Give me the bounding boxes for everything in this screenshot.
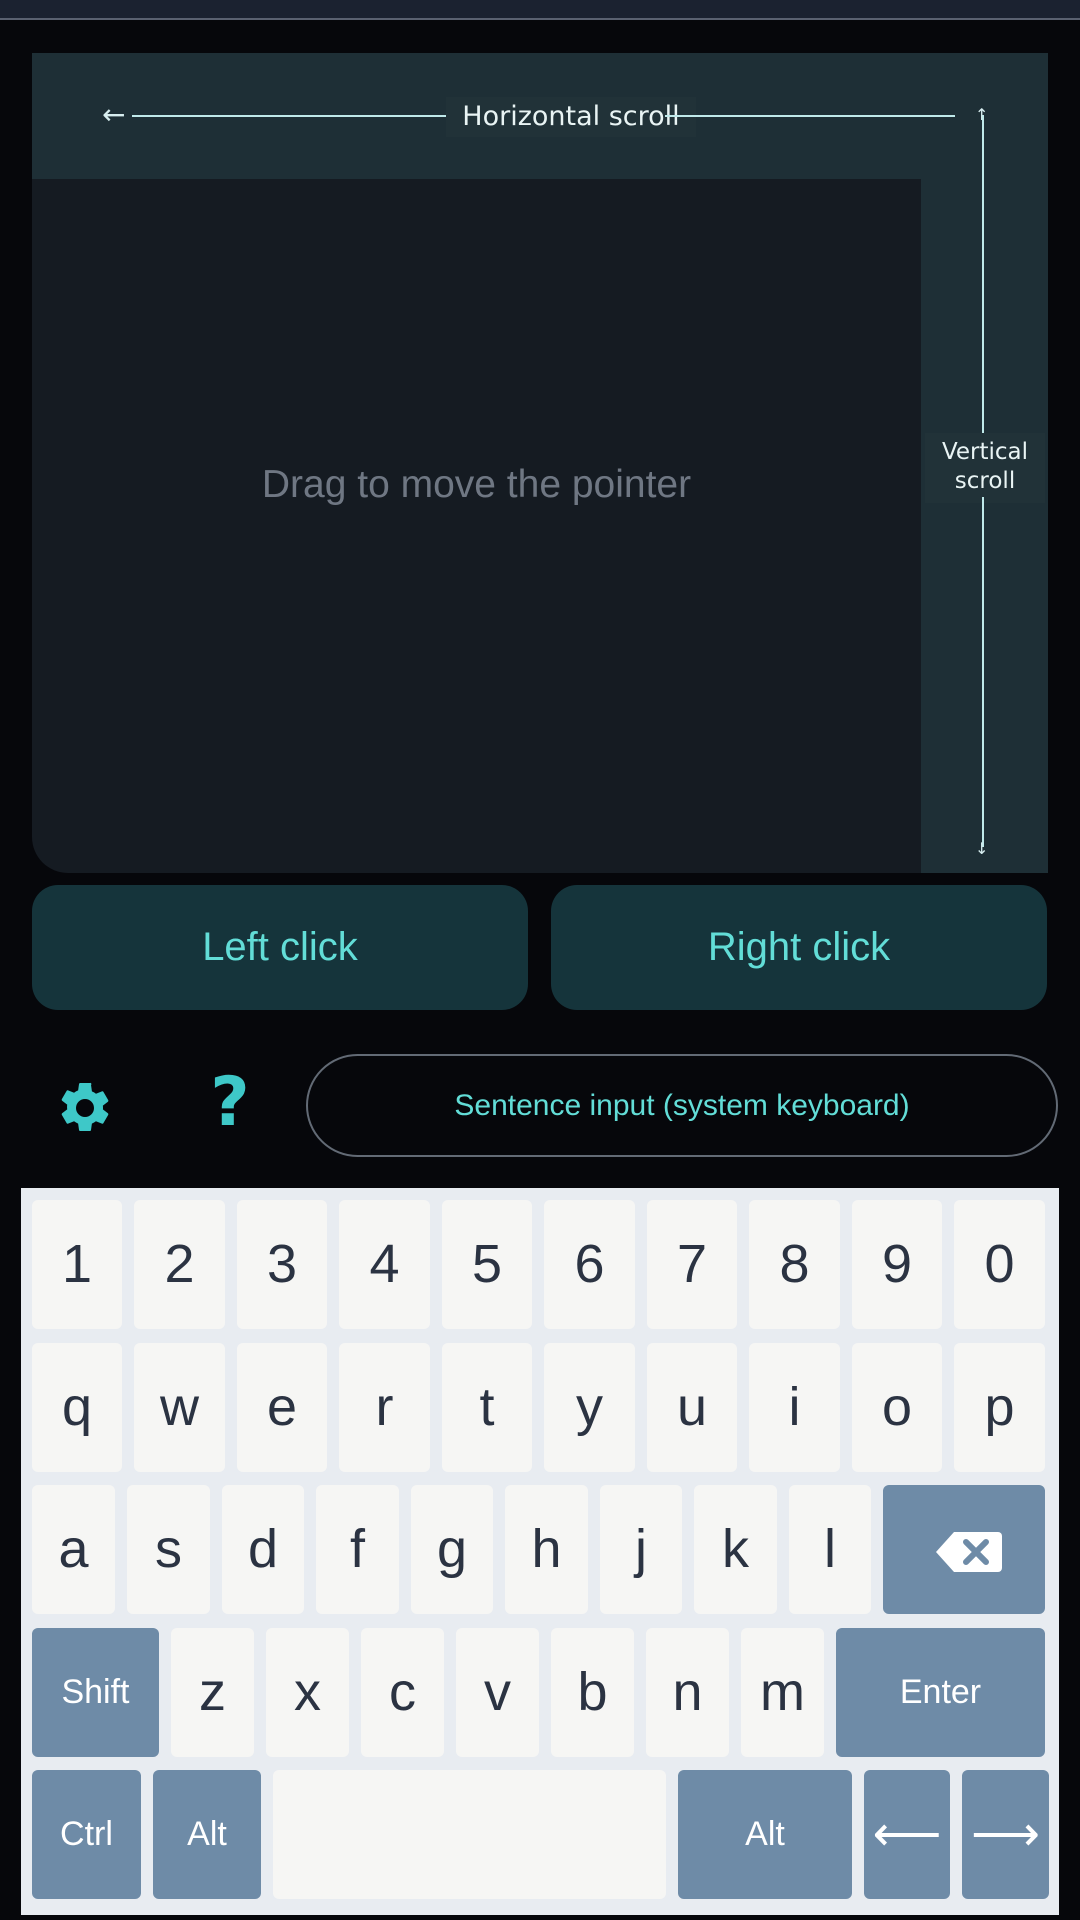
key-4[interactable]: 4 [339,1200,430,1329]
key-x[interactable]: x [266,1628,349,1757]
key-2[interactable]: 2 [134,1200,225,1329]
key-j[interactable]: j [600,1485,682,1614]
key-m[interactable]: m [741,1628,824,1757]
key-6[interactable]: 6 [544,1200,635,1329]
key-w[interactable]: w [134,1343,225,1472]
key-o[interactable]: o [852,1343,942,1472]
arrow-left-key[interactable]: ⟵ [864,1770,950,1899]
touchpad-area[interactable]: ← Horizontal scroll ↑ Vertical scroll ↓ … [32,53,1048,873]
key-e[interactable]: e [237,1343,327,1472]
ctrl-key[interactable]: Ctrl [32,1770,141,1899]
gear-icon[interactable] [55,1078,115,1138]
key-7[interactable]: 7 [647,1200,737,1329]
arrow-left-icon: ← [102,98,126,131]
backspace-key[interactable] [883,1485,1045,1614]
key-i[interactable]: i [749,1343,840,1472]
key-1[interactable]: 1 [32,1200,122,1329]
key-f[interactable]: f [316,1485,399,1614]
key-c[interactable]: c [361,1628,444,1757]
key-b[interactable]: b [551,1628,634,1757]
status-bar [0,0,1080,20]
alt-right-key[interactable]: Alt [678,1770,852,1899]
key-p[interactable]: p [954,1343,1045,1472]
key-9[interactable]: 9 [852,1200,942,1329]
vertical-scroll-line [982,115,984,445]
key-s[interactable]: s [127,1485,210,1614]
on-screen-keyboard: 1 2 3 4 5 6 7 8 9 0 q w e r t y u i o p … [21,1188,1059,1915]
key-y[interactable]: y [544,1343,635,1472]
alt-left-key[interactable]: Alt [153,1770,261,1899]
arrow-down-icon: ↓ [975,839,989,858]
vertical-scroll-label-line2: scroll [954,468,1016,494]
key-z[interactable]: z [171,1628,254,1757]
key-k[interactable]: k [694,1485,777,1614]
horizontal-scroll-line [665,115,955,117]
key-5[interactable]: 5 [442,1200,532,1329]
right-click-button[interactable]: Right click [551,885,1047,1010]
shift-key[interactable]: Shift [32,1628,159,1757]
key-h[interactable]: h [505,1485,588,1614]
key-3[interactable]: 3 [237,1200,327,1329]
left-click-button[interactable]: Left click [32,885,528,1010]
horizontal-scroll-label: Horizontal scroll [446,97,696,137]
key-r[interactable]: r [339,1343,430,1472]
enter-key[interactable]: Enter [836,1628,1045,1757]
key-t[interactable]: t [442,1343,532,1472]
key-d[interactable]: d [222,1485,304,1614]
arrow-right-key[interactable]: ⟶ [962,1770,1049,1899]
vertical-scroll-line [982,497,984,847]
key-a[interactable]: a [32,1485,115,1614]
help-button[interactable]: ? [205,1068,255,1138]
key-0[interactable]: 0 [954,1200,1045,1329]
touchpad-hint: Drag to move the pointer [261,463,692,506]
horizontal-scroll-line [132,115,446,117]
key-8[interactable]: 8 [749,1200,840,1329]
key-n[interactable]: n [646,1628,729,1757]
key-l[interactable]: l [789,1485,871,1614]
key-u[interactable]: u [647,1343,737,1472]
key-v[interactable]: v [456,1628,539,1757]
sentence-input-button[interactable]: Sentence input (system keyboard) [306,1054,1058,1157]
backspace-icon [936,1532,1002,1572]
key-g[interactable]: g [411,1485,493,1614]
vertical-scroll-label-line1: Vertical [941,439,1029,465]
space-key[interactable] [273,1770,666,1899]
vertical-scroll-label: Vertical scroll [925,433,1045,503]
key-q[interactable]: q [32,1343,122,1472]
